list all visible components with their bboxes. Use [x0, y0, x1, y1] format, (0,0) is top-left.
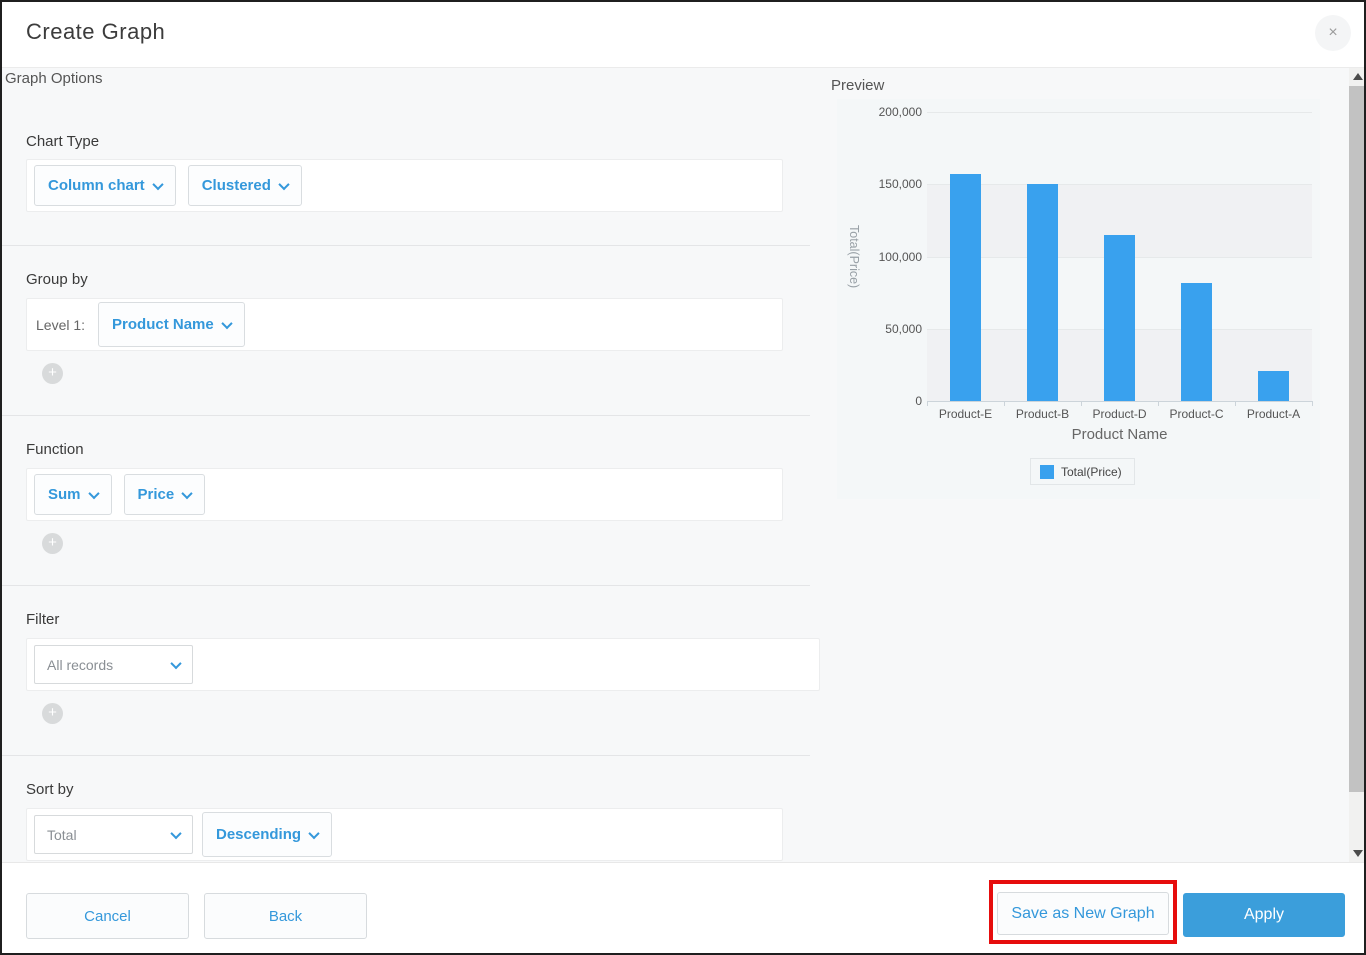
- sort-order-dropdown[interactable]: Descending: [202, 812, 332, 857]
- chevron-down-icon: [182, 487, 193, 498]
- group-by-value: Product Name: [112, 316, 214, 333]
- x-category-label: Product-E: [927, 407, 1004, 421]
- sort-field-select[interactable]: Total: [34, 815, 193, 854]
- filter-box: All records: [26, 638, 820, 691]
- y-tick-label: 200,000: [842, 105, 922, 119]
- save-as-new-graph-button[interactable]: Save as New Graph: [997, 892, 1169, 935]
- chart-mode-dropdown[interactable]: Clustered: [188, 165, 302, 206]
- triangle-up-icon: [1353, 73, 1363, 80]
- section-divider: [2, 585, 810, 586]
- y-tick-label: 100,000: [842, 250, 922, 264]
- preview-chart-container: Total(Price) Product Name Total(Price) 0…: [837, 99, 1320, 499]
- x-axis-tick: [1004, 401, 1005, 406]
- plus-icon: +: [48, 704, 57, 721]
- legend-swatch: [1040, 465, 1054, 479]
- section-divider: [2, 415, 810, 416]
- function-box: Sum Price: [26, 468, 783, 521]
- level-1-label: Level 1:: [36, 317, 85, 333]
- function-label: Function: [26, 441, 84, 458]
- apply-button[interactable]: Apply: [1183, 893, 1345, 937]
- sort-by-box: Total Descending: [26, 808, 783, 861]
- add-group-level-button[interactable]: +: [42, 363, 63, 384]
- group-by-field-dropdown[interactable]: Product Name: [98, 302, 245, 347]
- triangle-down-icon: [1353, 850, 1363, 857]
- gridline: [927, 184, 1312, 185]
- back-button[interactable]: Back: [204, 893, 367, 939]
- close-icon: ×: [1328, 24, 1337, 42]
- scrollbar-down-arrow[interactable]: [1349, 845, 1366, 862]
- x-axis-tick: [1158, 401, 1159, 406]
- y-tick-label: 50,000: [842, 322, 922, 336]
- legend-label: Total(Price): [1061, 465, 1122, 479]
- chevron-down-icon: [152, 178, 163, 189]
- chart-type-value: Column chart: [48, 177, 145, 194]
- preview-heading: Preview: [831, 77, 884, 94]
- chevron-down-icon: [221, 317, 232, 328]
- graph-options-heading: Graph Options: [5, 70, 103, 87]
- add-function-button[interactable]: +: [42, 533, 63, 554]
- group-by-box: Level 1: Product Name: [26, 298, 783, 351]
- x-category-label: Product-C: [1158, 407, 1235, 421]
- scrollbar-thumb[interactable]: [1349, 86, 1366, 792]
- chart-mode-value: Clustered: [202, 177, 271, 194]
- chart-bar: [1027, 184, 1058, 401]
- plus-icon: +: [48, 364, 57, 381]
- cancel-button[interactable]: Cancel: [26, 893, 189, 939]
- x-category-label: Product-D: [1081, 407, 1158, 421]
- x-axis-title: Product Name: [927, 426, 1312, 443]
- chart-type-box: Column chart Clustered: [26, 159, 783, 212]
- sort-field-value: Total: [47, 827, 77, 843]
- x-axis-tick: [1312, 401, 1313, 406]
- y-tick-label: 150,000: [842, 177, 922, 191]
- function-field-value: Price: [138, 486, 175, 503]
- add-filter-button[interactable]: +: [42, 703, 63, 724]
- chart-bar: [1258, 371, 1289, 401]
- chart-bar: [1181, 283, 1212, 401]
- plus-icon: +: [48, 534, 57, 551]
- chart-legend: Total(Price): [1030, 458, 1135, 485]
- chevron-down-icon: [278, 178, 289, 189]
- close-button[interactable]: ×: [1315, 15, 1351, 51]
- x-axis-tick: [927, 401, 928, 406]
- filter-value: All records: [47, 657, 113, 673]
- scrollbar-up-arrow[interactable]: [1349, 68, 1366, 85]
- x-category-label: Product-B: [1004, 407, 1081, 421]
- chevron-down-icon: [308, 827, 319, 838]
- function-field-dropdown[interactable]: Price: [124, 474, 206, 515]
- dialog-footer: Cancel Back Save as New Graph Apply: [2, 862, 1364, 955]
- section-divider: [2, 245, 810, 246]
- chart-type-dropdown[interactable]: Column chart: [34, 165, 176, 206]
- filter-label: Filter: [26, 611, 59, 628]
- sort-by-label: Sort by: [26, 781, 74, 798]
- x-axis-tick: [1081, 401, 1082, 406]
- group-by-label: Group by: [26, 271, 88, 288]
- create-graph-dialog: Create Graph × Graph Options Chart Type …: [0, 0, 1366, 955]
- dialog-title: Create Graph: [26, 19, 165, 45]
- chevron-down-icon: [170, 827, 181, 838]
- chart-type-label: Chart Type: [26, 133, 99, 150]
- chevron-down-icon: [170, 657, 181, 668]
- chart-plot: [927, 112, 1312, 401]
- y-tick-label: 0: [842, 394, 922, 408]
- chart-bar: [950, 174, 981, 401]
- vertical-scrollbar: [1349, 68, 1366, 862]
- function-dropdown[interactable]: Sum: [34, 474, 112, 515]
- dialog-header: Create Graph ×: [2, 2, 1364, 68]
- filter-select[interactable]: All records: [34, 645, 193, 684]
- chart-bar: [1104, 235, 1135, 401]
- x-category-label: Product-A: [1235, 407, 1312, 421]
- x-axis-line: [927, 401, 1312, 402]
- chevron-down-icon: [88, 487, 99, 498]
- section-divider: [2, 755, 810, 756]
- gridline: [927, 112, 1312, 113]
- function-value: Sum: [48, 486, 81, 503]
- sort-order-value: Descending: [216, 826, 301, 843]
- x-axis-tick: [1235, 401, 1236, 406]
